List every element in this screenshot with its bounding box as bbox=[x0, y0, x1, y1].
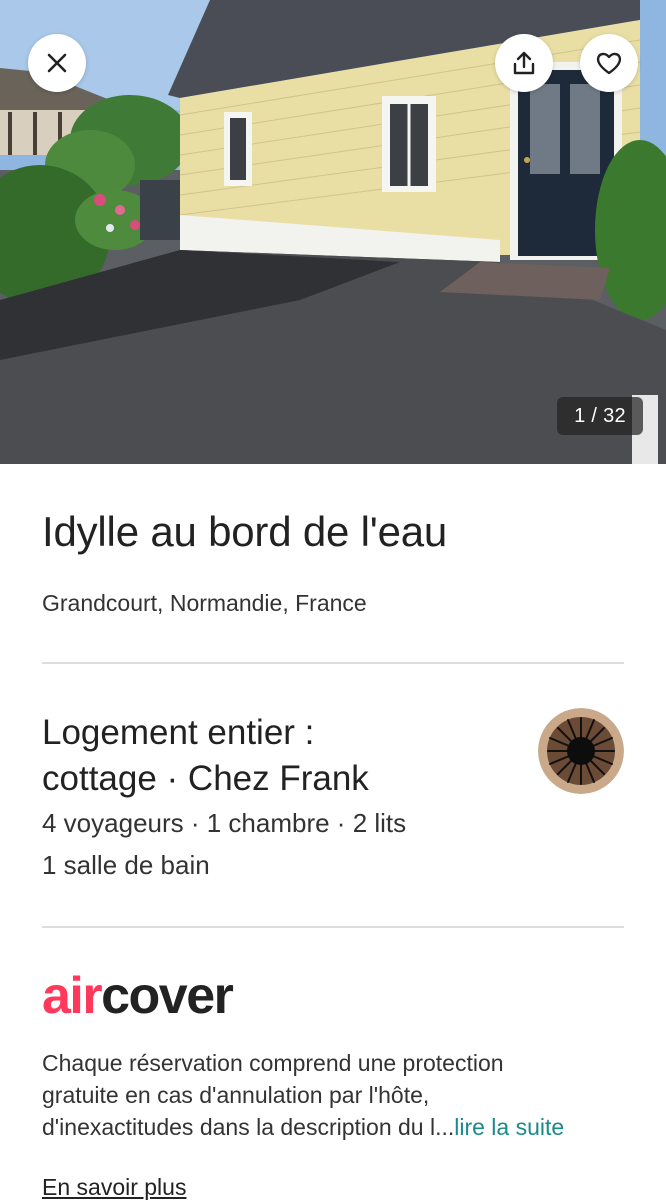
learn-more-link[interactable]: En savoir plus bbox=[42, 1174, 186, 1200]
read-more-link[interactable]: lire la suite bbox=[454, 1114, 564, 1140]
share-icon bbox=[513, 51, 535, 75]
photo-counter: 1 / 32 bbox=[557, 397, 643, 435]
listing-photo[interactable]: 1 / 32 bbox=[0, 0, 666, 464]
share-button[interactable] bbox=[495, 34, 553, 92]
favorite-button[interactable] bbox=[580, 34, 638, 92]
bathroom-details: 1 salle de bain bbox=[42, 850, 210, 880]
close-button[interactable] bbox=[28, 34, 86, 92]
aircover-description-line: d'inexactitudes dans la description du l… bbox=[42, 1114, 455, 1140]
capacity-details: 4 voyageurs · 1 chambre · 2 lits bbox=[42, 808, 407, 838]
divider bbox=[42, 926, 624, 928]
listing-type-heading: Logement entier : cottage · Chez Frank bbox=[42, 710, 502, 802]
aircover-logo: aircover bbox=[42, 966, 234, 1026]
listing-type-line-2: cottage · Chez Frank bbox=[42, 759, 369, 798]
cottage-photo-illustration bbox=[0, 0, 666, 464]
sea-urchin-avatar-image bbox=[538, 708, 624, 794]
aircover-logo-air: air bbox=[42, 967, 103, 1025]
heart-icon bbox=[596, 52, 622, 75]
close-icon bbox=[47, 53, 67, 73]
aircover-description-line: Chaque réservation comprend une protecti… bbox=[42, 1050, 504, 1076]
divider bbox=[42, 662, 624, 664]
host-avatar[interactable] bbox=[538, 708, 624, 794]
aircover-description-line-last: d'inexactitudes dans la description du l… bbox=[42, 1111, 642, 1143]
aircover-description: Chaque réservation comprend une protecti… bbox=[42, 1047, 642, 1143]
aircover-description-line: gratuite en cas d'annulation par l'hôte, bbox=[42, 1082, 430, 1108]
listing-location[interactable]: Grandcourt, Normandie, France bbox=[42, 590, 367, 617]
aircover-logo-cover: cover bbox=[101, 967, 234, 1025]
listing-title: Idylle au bord de l'eau bbox=[42, 508, 448, 555]
listing-type-line-1: Logement entier : bbox=[42, 713, 315, 752]
